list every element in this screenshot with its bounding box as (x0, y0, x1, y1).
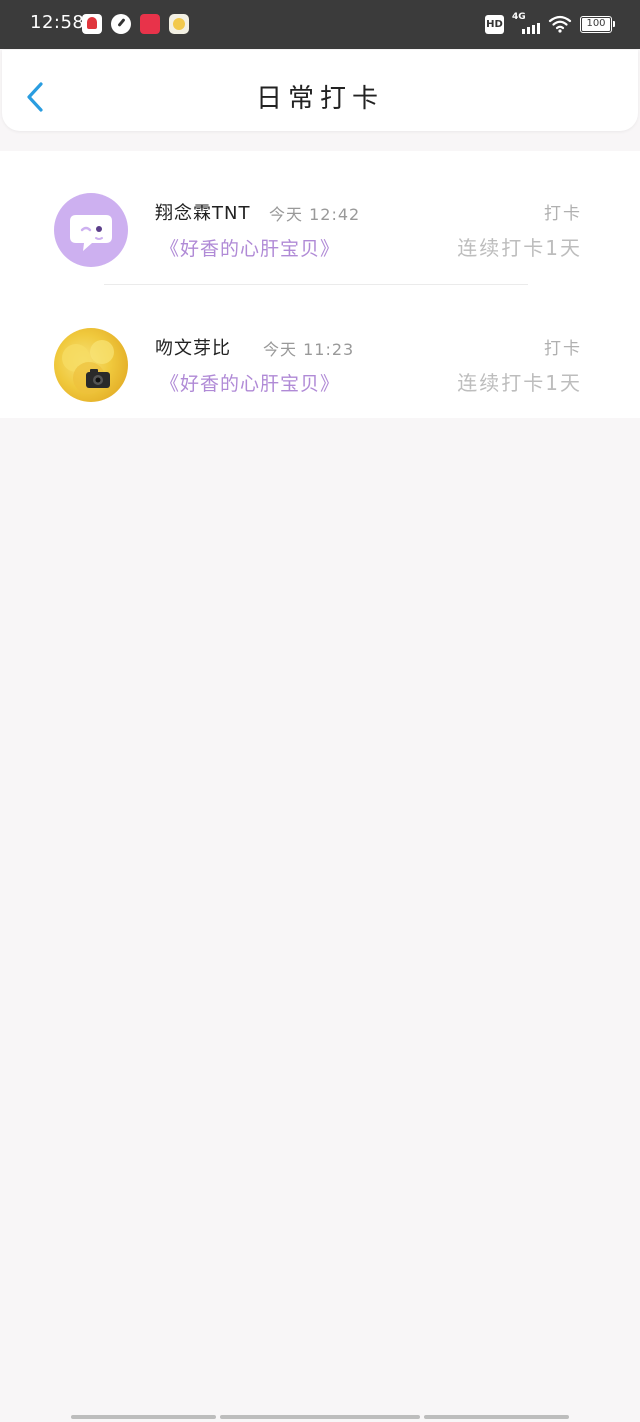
gesture-bar[interactable] (71, 1415, 569, 1419)
photo-avatar-image (62, 340, 114, 394)
book-title[interactable]: 《好香的心肝宝贝》 (160, 369, 340, 396)
checkin-item[interactable]: 吻文芽比 今天 11:23 打卡 《好香的心肝宝贝》 连续打卡1天 (0, 286, 640, 420)
wifi-icon (548, 14, 572, 34)
chat-bubble-icon (70, 215, 112, 251)
status-bar: 12:58 HD 4G 100 (0, 0, 640, 49)
streak-text: 连续打卡1天 (457, 236, 582, 260)
shopping-app-icon (140, 14, 160, 34)
checkin-list: 翔念霖TNT 今天 12:42 打卡 《好香的心肝宝贝》 连续打卡1天 吻文芽比… (0, 151, 640, 418)
checkin-time: 今天 11:23 (263, 340, 355, 359)
notification-icons (82, 14, 189, 34)
battery-level: 100 (586, 17, 606, 29)
speedometer-icon (111, 14, 131, 34)
hd-badge: HD (485, 14, 504, 34)
checkin-time: 今天 12:42 (269, 205, 361, 224)
header: 日常打卡 (2, 50, 638, 131)
app-red-icon (82, 14, 102, 34)
divider (104, 284, 528, 285)
checkin-action: 打卡 (544, 339, 582, 359)
streak-text: 连续打卡1天 (457, 371, 582, 395)
status-time: 12:58 (30, 12, 85, 33)
avatar[interactable] (54, 193, 128, 267)
avatar[interactable] (54, 328, 128, 402)
network-type: 4G (512, 12, 526, 22)
checkin-item[interactable]: 翔念霖TNT 今天 12:42 打卡 《好香的心肝宝贝》 连续打卡1天 (0, 151, 640, 285)
face-app-icon (169, 14, 189, 34)
checkin-action: 打卡 (544, 204, 582, 224)
username[interactable]: 吻文芽比 (155, 334, 231, 360)
signal-icon: 4G (512, 12, 540, 34)
battery-icon: 100 (580, 15, 615, 33)
status-indicators: HD 4G 100 (485, 12, 615, 34)
page-title: 日常打卡 (255, 84, 384, 114)
book-title[interactable]: 《好香的心肝宝贝》 (160, 234, 340, 261)
username[interactable]: 翔念霖TNT (155, 199, 250, 225)
